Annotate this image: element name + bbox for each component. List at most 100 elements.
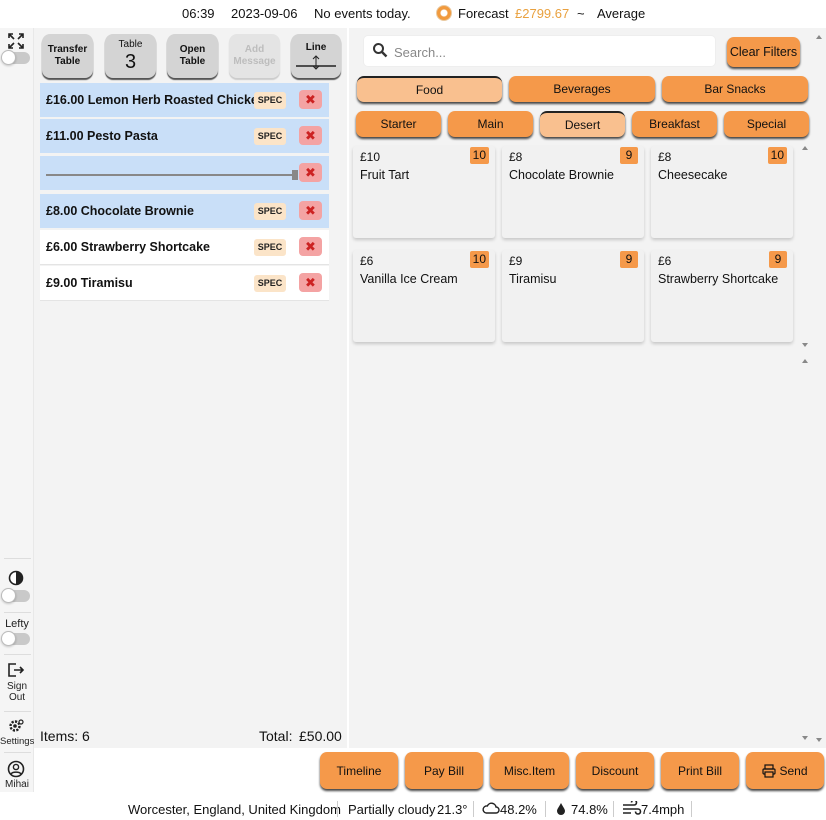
product-price: £8: [658, 150, 672, 164]
lefty-toggle[interactable]: [1, 631, 30, 646]
delete-item-button[interactable]: ✖: [299, 237, 322, 256]
spec-button[interactable]: SPEC: [254, 239, 286, 256]
subcategory-tab-starter[interactable]: Starter: [356, 111, 441, 137]
product-card[interactable]: £8 Chocolate Brownie 9: [502, 146, 644, 238]
table-number: 3: [124, 51, 137, 73]
order-item[interactable]: £9.00 Tiramisu SPEC ✖: [40, 266, 329, 301]
order-item[interactable]: £8.00 Chocolate Brownie SPEC ✖: [40, 194, 329, 229]
rail-divider: [4, 558, 31, 559]
fullscreen-toggle[interactable]: [1, 50, 30, 65]
order-line-separator[interactable]: ✖: [40, 156, 329, 191]
separator-line: [46, 174, 298, 176]
order-item-name: £16.00 Lemon Herb Roasted Chicken: [46, 93, 266, 107]
product-price: £9: [509, 254, 523, 268]
total-label: Total:: [259, 728, 293, 744]
top-bar: 06:39 2023-09-06 No events today. Foreca…: [0, 0, 826, 28]
table-number-button[interactable]: Table 3: [105, 34, 156, 78]
product-name: Cheesecake: [658, 168, 728, 182]
status-divider: [691, 801, 692, 817]
spec-button[interactable]: SPEC: [254, 128, 286, 145]
send-button[interactable]: Send: [746, 752, 824, 789]
delete-item-button[interactable]: ✖: [299, 126, 322, 145]
contrast-toggle[interactable]: [1, 588, 30, 603]
contrast-icon: [8, 570, 24, 586]
items-count: Items: 6: [40, 728, 90, 744]
subcategory-tab-desert[interactable]: Desert: [540, 111, 625, 137]
printer-icon: [762, 763, 777, 778]
open-table-label-line2: Table: [179, 56, 206, 67]
delete-item-button[interactable]: ✖: [299, 90, 322, 109]
product-card[interactable]: £8 Cheesecake 10: [651, 146, 793, 238]
order-item[interactable]: £6.00 Strawberry Shortcake SPEC ✖: [40, 230, 329, 265]
subcategory-tab-main[interactable]: Main: [448, 111, 533, 137]
product-stock-badge: 9: [769, 251, 787, 268]
print-bill-button[interactable]: Print Bill: [661, 752, 739, 789]
discount-button[interactable]: Discount: [576, 752, 654, 789]
humidity-drop-icon: [557, 803, 565, 815]
search-input[interactable]: Search...: [364, 36, 715, 66]
location-text: Worcester, England, United Kingdom: [128, 802, 341, 817]
scroll-up-icon[interactable]: [801, 357, 809, 365]
page-scroll-down-icon[interactable]: [815, 736, 823, 744]
spec-button[interactable]: SPEC: [254, 203, 286, 220]
subcategory-tab-special[interactable]: Special: [724, 111, 809, 137]
clock-time: 06:39: [182, 6, 215, 21]
product-price: £6: [360, 254, 374, 268]
current-date: 2023-09-06: [231, 6, 298, 21]
status-divider: [337, 801, 338, 817]
forecast-label: Forecast: [458, 6, 509, 21]
scroll-down-icon[interactable]: [801, 734, 809, 742]
product-price: £6: [658, 254, 672, 268]
product-card[interactable]: £10 Fruit Tart 10: [353, 146, 495, 238]
transfer-table-button[interactable]: Transfer Table: [42, 34, 93, 78]
scroll-up-icon[interactable]: [801, 144, 809, 152]
product-stock-badge: 9: [620, 251, 638, 268]
add-message-button[interactable]: Add Message: [229, 34, 280, 78]
settings-label: Settings: [0, 736, 35, 747]
page-scroll-up-icon[interactable]: [815, 33, 823, 41]
sign-out-label-line2: Out: [8, 692, 26, 703]
rail-divider: [4, 654, 31, 655]
temperature-text: 21.3°: [437, 802, 468, 817]
spec-button[interactable]: SPEC: [254, 92, 286, 109]
fullscreen-icon[interactable]: [7, 32, 25, 50]
subcategory-tab-breakfast[interactable]: Breakfast: [632, 111, 717, 137]
product-card[interactable]: £6 Strawberry Shortcake 9: [651, 250, 793, 342]
clear-filters-button[interactable]: Clear Filters: [727, 37, 800, 67]
total-value: £50.00: [299, 728, 342, 744]
order-item-name: £11.00 Pesto Pasta: [46, 129, 158, 143]
order-item[interactable]: £16.00 Lemon Herb Roasted Chicken SPEC ✖: [40, 83, 329, 118]
product-name: Tiramisu: [509, 272, 557, 286]
order-item-name: £9.00 Tiramisu: [46, 276, 133, 290]
delete-item-button[interactable]: ✖: [299, 201, 322, 220]
events-status: No events today.: [314, 6, 411, 21]
category-tab-beverages[interactable]: Beverages: [509, 76, 655, 102]
forecast-value: £2799.67: [515, 6, 570, 21]
open-table-button[interactable]: Open Table: [167, 34, 218, 78]
scroll-down-icon[interactable]: [801, 341, 809, 349]
user-name: Mihai: [5, 779, 29, 790]
user-avatar-icon: [7, 760, 25, 778]
pay-bill-button[interactable]: Pay Bill: [405, 752, 483, 789]
product-name: Vanilla Ice Cream: [360, 272, 458, 286]
forecast-level: Average: [597, 6, 646, 21]
product-card[interactable]: £6 Vanilla Ice Cream 10: [353, 250, 495, 342]
delete-item-button[interactable]: ✖: [299, 273, 322, 292]
line-button[interactable]: Line: [291, 34, 341, 78]
product-price: £10: [360, 150, 381, 164]
misc-item-button[interactable]: Misc.Item: [490, 752, 569, 789]
order-item-name: £8.00 Chocolate Brownie: [46, 204, 194, 218]
category-tab-bar-snacks[interactable]: Bar Snacks: [662, 76, 808, 102]
line-label: Line: [305, 42, 327, 53]
timeline-button[interactable]: Timeline: [320, 752, 398, 789]
spec-button[interactable]: SPEC: [254, 275, 286, 292]
product-stock-badge: 10: [469, 147, 489, 164]
category-tab-food[interactable]: Food: [357, 76, 502, 102]
send-label: Send: [779, 763, 808, 778]
delete-separator-button[interactable]: ✖: [299, 163, 322, 182]
product-card[interactable]: £9 Tiramisu 9: [502, 250, 644, 342]
order-item[interactable]: £11.00 Pesto Pasta SPEC ✖: [40, 119, 329, 154]
add-message-label-line1: Add: [244, 44, 265, 55]
forecast-icon: [436, 5, 452, 21]
status-divider: [545, 801, 546, 817]
